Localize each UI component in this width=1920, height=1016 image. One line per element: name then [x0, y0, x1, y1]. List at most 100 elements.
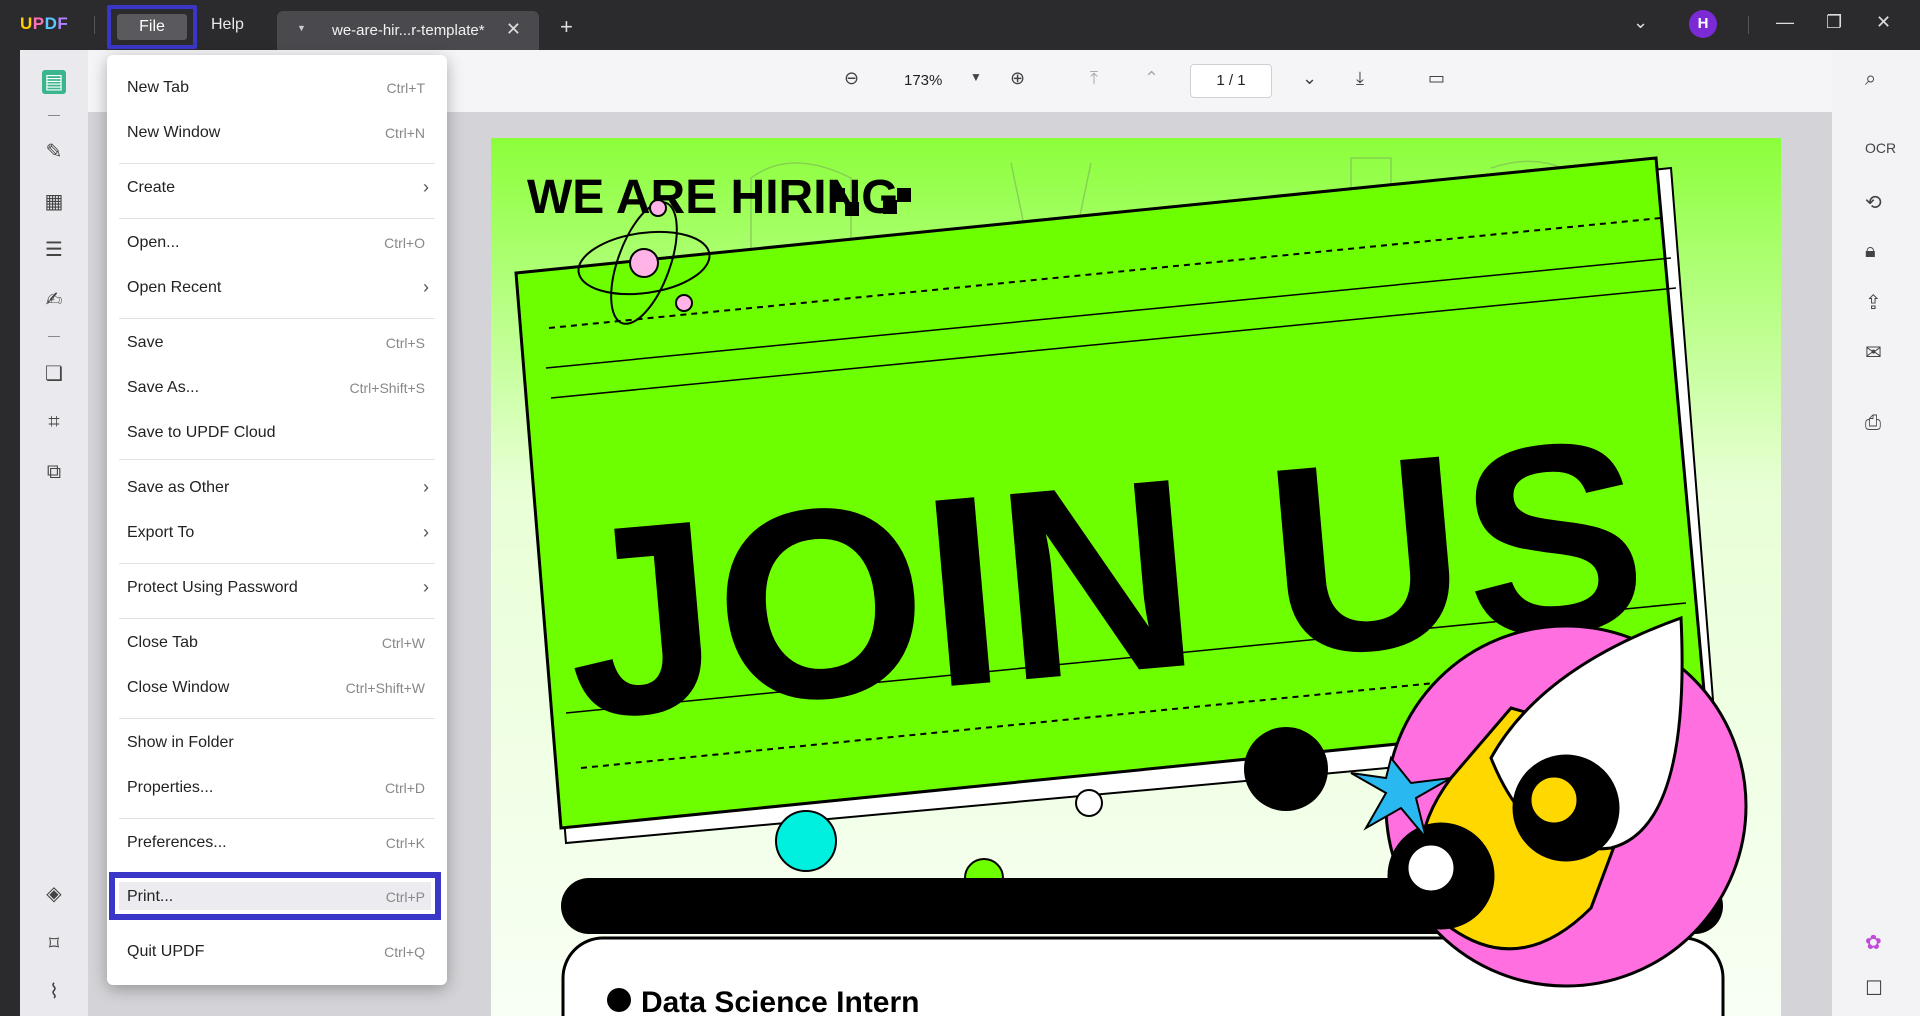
menu-item-label: Protect Using Password [127, 579, 298, 596]
page-current[interactable]: 1 [1216, 72, 1224, 89]
share-icon[interactable]: ⇪ [1865, 290, 1882, 315]
menu-item-preferences[interactable]: Preferences... Ctrl+K [107, 822, 447, 866]
title-separator [1748, 16, 1749, 34]
black-circle [1244, 727, 1328, 811]
menu-file-label[interactable]: File [117, 14, 187, 40]
menu-item-export-to[interactable]: Export To › [107, 512, 447, 556]
chevron-right-icon: › [423, 577, 429, 597]
reader-icon[interactable]: ▤ [42, 70, 66, 94]
email-icon[interactable]: ✉ [1865, 340, 1882, 365]
zoom-level[interactable]: 173% [904, 72, 942, 89]
menu-help[interactable]: Help [211, 16, 244, 34]
sidebar-separator [48, 115, 60, 116]
cyan-circle [775, 810, 837, 872]
tab-title: we-are-hir...r-template* [332, 22, 485, 39]
zoom-dropdown-icon[interactable]: ▼ [970, 70, 982, 84]
menu-item-label: Preferences... [127, 834, 227, 851]
tab-dropdown-icon[interactable]: ▼ [297, 23, 306, 33]
menu-file[interactable]: File [107, 5, 197, 49]
zoom-out-icon[interactable]: ⊖ [844, 68, 859, 89]
fill-sign-icon[interactable]: ✍ [42, 288, 66, 312]
menu-item-shortcut: Ctrl+Shift+W [345, 680, 425, 696]
menu-item-close-window[interactable]: Close Window Ctrl+Shift+W [107, 667, 447, 711]
chevron-right-icon: › [423, 522, 429, 542]
bookmark-icon[interactable]: ⌑ [42, 932, 66, 956]
menu-item-shortcut: Ctrl+P [385, 889, 425, 905]
menu-item-shortcut: Ctrl+S [385, 335, 425, 351]
protect-icon[interactable]: 🔒︎ [1865, 240, 1876, 263]
menu-item-new-tab[interactable]: New Tab Ctrl+T [107, 67, 447, 111]
save-doc-icon[interactable]: ⎙ [1865, 412, 1881, 435]
zoom-in-icon[interactable]: ⊕ [1010, 68, 1025, 89]
menu-item-shortcut: Ctrl+Shift+S [349, 380, 425, 396]
menu-item-quit[interactable]: Quit UPDF Ctrl+Q [107, 931, 447, 975]
minimize-icon[interactable]: — [1776, 12, 1794, 33]
menu-item-label: Save As... [127, 379, 200, 396]
presentation-icon[interactable]: ▭ [1428, 68, 1445, 89]
menu-item-label: Close Window [127, 679, 230, 696]
ocr-icon[interactable]: OCR [1865, 140, 1896, 156]
menu-item-label: New Window [127, 124, 221, 141]
menu-separator [119, 318, 435, 319]
chevron-right-icon: › [423, 477, 429, 497]
menu-item-properties[interactable]: Properties... Ctrl+D [107, 767, 447, 811]
crop-icon[interactable]: ⌗ [42, 410, 66, 434]
poster-graphic: JOIN US WE ARE HIRING Data Science Inter… [514, 156, 1748, 1016]
last-page-icon[interactable]: ⤓ [1356, 68, 1364, 89]
role-title: Data Science Intern [641, 986, 919, 1016]
next-page-icon[interactable]: ⌄ [1302, 68, 1317, 89]
menu-separator [119, 218, 435, 219]
menu-item-close-tab[interactable]: Close Tab Ctrl+W [107, 622, 447, 666]
maximize-icon[interactable]: ❐ [1826, 12, 1842, 33]
avatar[interactable]: H [1689, 10, 1717, 38]
chevron-down-icon[interactable]: ⌄ [1633, 12, 1648, 33]
menu-item-label: Open Recent [127, 279, 222, 296]
ai-assistant-icon[interactable]: ✿ [1865, 930, 1882, 955]
convert-icon[interactable]: ⟲ [1865, 190, 1882, 215]
new-tab-icon[interactable]: + [560, 14, 573, 40]
chevron-right-icon: › [423, 177, 429, 197]
prev-page-icon[interactable]: ⌃ [1144, 68, 1159, 89]
first-page-icon[interactable]: ⤒ [1090, 68, 1098, 89]
menu-item-save-as-other[interactable]: Save as Other › [107, 467, 447, 511]
menu-separator [119, 163, 435, 164]
menu-item-create[interactable]: Create › [107, 167, 447, 211]
menu-separator [119, 459, 435, 460]
page-separator: / [1228, 72, 1234, 89]
layers-icon[interactable]: ◈ [42, 882, 66, 906]
pdf-page: JOIN US WE ARE HIRING Data Science Inter… [491, 138, 1781, 1016]
menu-item-save-to-cloud[interactable]: Save to UPDF Cloud [107, 412, 447, 456]
document-tab[interactable]: ▼ we-are-hir...r-template* ✕ [277, 11, 539, 51]
menu-item-label: Save [127, 334, 164, 351]
menu-item-open[interactable]: Open... Ctrl+O [107, 222, 447, 266]
attachment-icon[interactable]: ⌇ [42, 980, 66, 1004]
close-window-icon[interactable]: ✕ [1876, 12, 1891, 33]
comment-icon[interactable]: ✎ [42, 140, 66, 164]
form-icon[interactable]: ☰ [42, 238, 66, 262]
white-circle [1075, 789, 1103, 817]
left-sidebar: ▤ ✎ ▦ ☰ ✍ ❏ ⌗ ⧉ ◈ ⌑ ⌇ [20, 50, 88, 1016]
page-number-field[interactable]: 1 / 1 [1190, 64, 1272, 98]
menu-item-save-as[interactable]: Save As... Ctrl+Shift+S [107, 367, 447, 411]
menu-item-save[interactable]: Save Ctrl+S [107, 322, 447, 366]
page-total: 1 [1237, 72, 1246, 89]
menu-item-show-in-folder[interactable]: Show in Folder [107, 722, 447, 766]
search-icon[interactable]: ⌕ [1865, 68, 1876, 91]
menu-item-open-recent[interactable]: Open Recent › [107, 267, 447, 311]
menu-item-label: Save as Other [127, 479, 230, 496]
batch-icon[interactable]: ⧉ [42, 460, 66, 484]
chevron-right-icon: › [423, 277, 429, 297]
file-menu-dropdown: New Tab Ctrl+T New Window Ctrl+N Create … [107, 55, 447, 985]
menu-item-new-window[interactable]: New Window Ctrl+N [107, 112, 447, 156]
organize-pages-icon[interactable]: ❏ [42, 362, 66, 386]
menu-separator [119, 563, 435, 564]
menu-item-shortcut: Ctrl+N [384, 125, 425, 141]
menu-item-shortcut: Ctrl+K [385, 835, 425, 851]
menu-item-label: Open... [127, 234, 180, 251]
menu-item-protect-password[interactable]: Protect Using Password › [107, 567, 447, 611]
close-tab-icon[interactable]: ✕ [506, 19, 521, 40]
menu-item-shortcut: Ctrl+O [384, 235, 425, 251]
edit-pdf-icon[interactable]: ▦ [42, 190, 66, 214]
menu-item-print[interactable]: Print... Ctrl+P [107, 876, 447, 920]
comments-panel-icon[interactable]: ☐ [1865, 976, 1883, 1001]
